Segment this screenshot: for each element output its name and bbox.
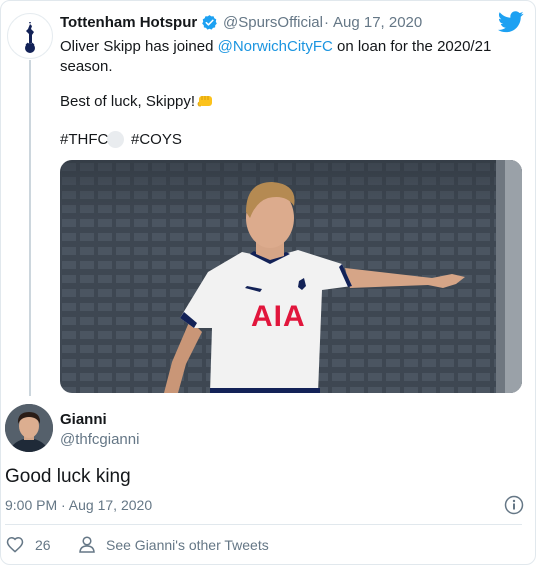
reply-author-name[interactable]: Gianni (60, 411, 107, 428)
like-count[interactable]: 26 (35, 537, 51, 553)
profile-icon[interactable] (79, 536, 95, 558)
fist-emoji-icon (197, 93, 214, 114)
spurs-avatar[interactable] (7, 13, 53, 59)
parent-date[interactable]: Aug 17, 2020 (333, 14, 422, 31)
jersey-sponsor-text: AIA (251, 300, 306, 333)
heart-icon[interactable] (6, 536, 24, 558)
verified-badge-icon (201, 14, 218, 36)
parent-author-name[interactable]: Tottenham Hotspur (60, 14, 197, 31)
footer-divider (5, 524, 522, 525)
reply-handle[interactable]: @thfcgianni (60, 431, 139, 448)
twitter-bird-icon[interactable] (497, 11, 524, 38)
parent-text-suffix: on loan for the 2020/21 (332, 38, 492, 55)
hashtag-coys[interactable]: #COYS (131, 129, 182, 150)
tweet-photo[interactable]: AIA (60, 160, 522, 393)
thread-connector-line (29, 60, 31, 396)
info-icon[interactable] (504, 495, 524, 520)
parent-text-prefix: Oliver Skipp has joined (60, 38, 218, 55)
mention-link[interactable]: @NorwichCityFC (218, 38, 333, 55)
gianni-avatar[interactable] (5, 404, 53, 452)
hashtag-thfc[interactable]: #THFC (60, 129, 108, 150)
see-other-tweets-link[interactable]: See Gianni's other Tweets (106, 537, 269, 553)
parent-text-line2: season. (60, 58, 113, 75)
spurs-hashflag-icon (107, 131, 124, 148)
parent-text-wish: Best of luck, Skippy! (60, 93, 196, 110)
meta-separator: · (324, 14, 329, 31)
parent-handle[interactable]: @SpursOfficial (223, 14, 323, 31)
reply-timestamp[interactable]: 9:00 PM · Aug 17, 2020 (5, 497, 152, 513)
parent-text-line1: Oliver Skipp has joined @NorwichCityFC o… (60, 36, 491, 57)
reply-text: Good luck king (5, 466, 131, 487)
parent-text-line3: Best of luck, Skippy! (60, 91, 195, 112)
